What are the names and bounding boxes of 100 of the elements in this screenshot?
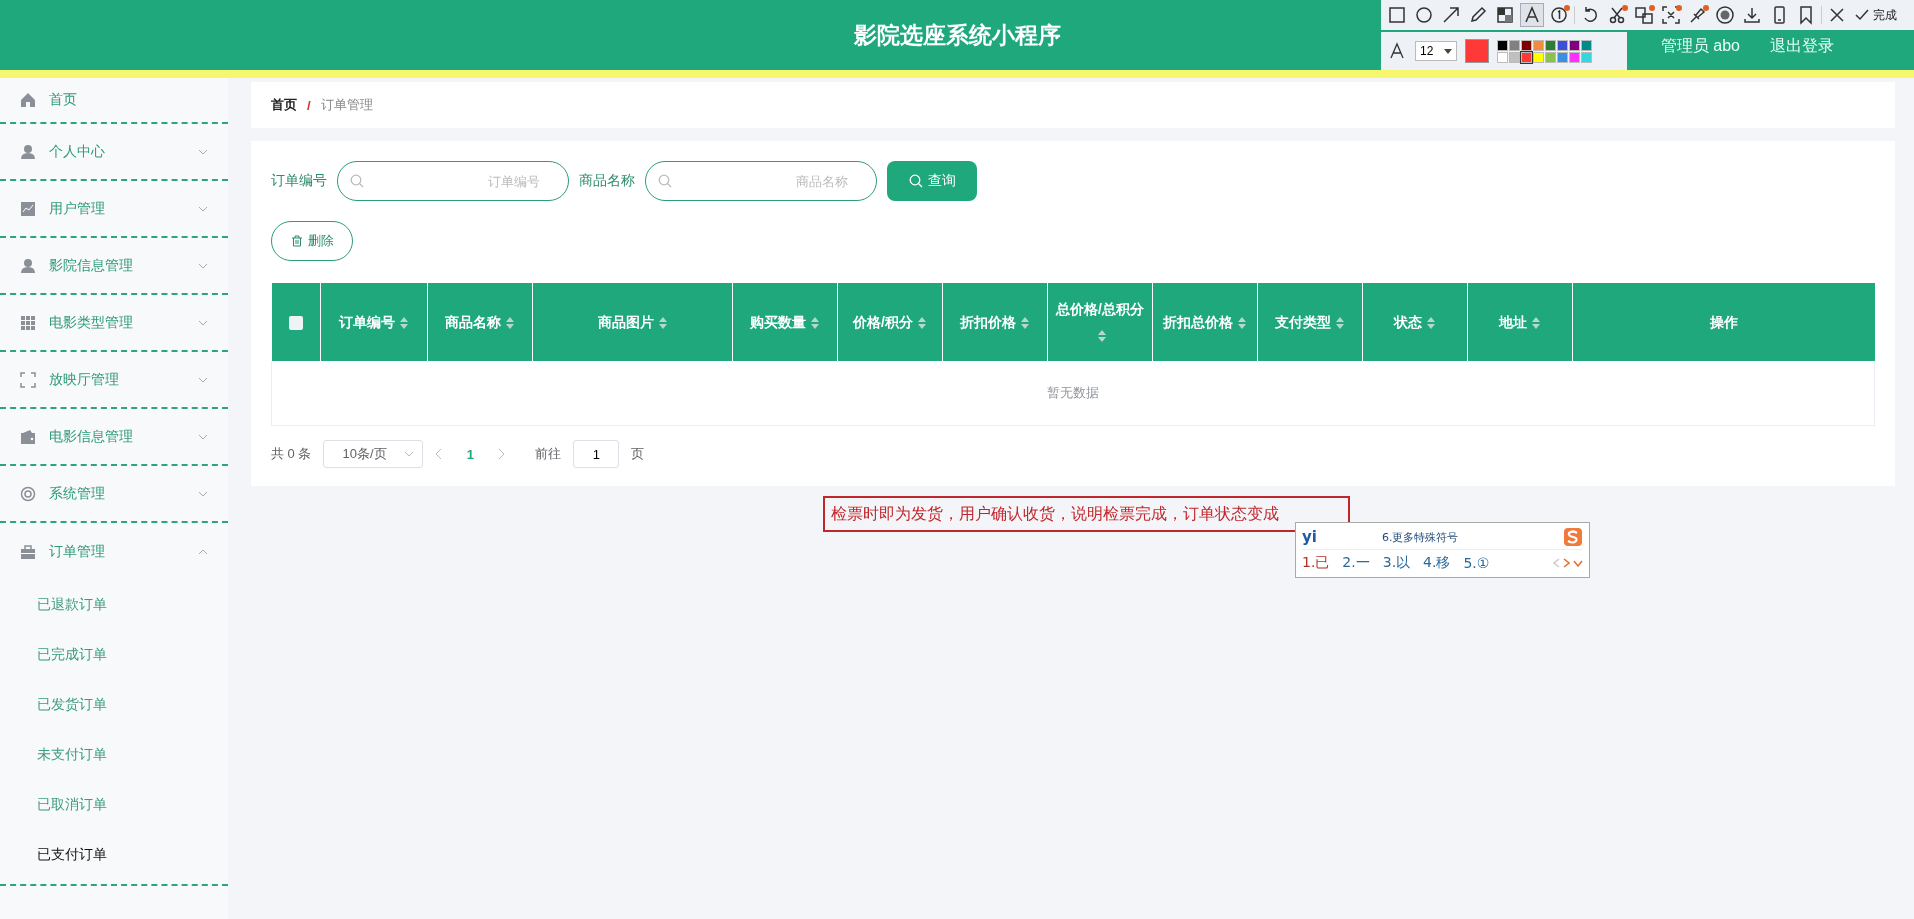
select-all-checkbox[interactable] (288, 316, 303, 331)
ime-candidate[interactable]: 5.① (1463, 555, 1490, 571)
column-header[interactable]: 地址 (1467, 283, 1573, 361)
current-color-swatch[interactable] (1465, 39, 1489, 63)
color-swatch[interactable] (1497, 39, 1508, 51)
empty-message: 暂无数据 (271, 361, 1875, 426)
column-header[interactable]: 总价格/总积分 (1047, 283, 1153, 361)
done-button[interactable]: 完成 (1852, 6, 1899, 24)
user-name: 管理员 abo (1660, 36, 1740, 56)
download-icon (1742, 5, 1762, 25)
ime-candidate[interactable]: 4.移 (1423, 554, 1451, 572)
tool-button[interactable] (1659, 3, 1683, 27)
column-header[interactable]: 购买数量 (732, 283, 838, 361)
submenu-item[interactable]: 已完成订单 (0, 630, 228, 680)
briefcase-icon (20, 543, 36, 560)
submenu-item[interactable]: 已取消订单 (0, 780, 228, 830)
home-icon (20, 92, 36, 108)
breadcrumb-item[interactable]: 首页 (271, 96, 297, 114)
search-field[interactable]: 商品名称 (645, 161, 877, 201)
sort-icon (916, 316, 927, 331)
wallet-icon (20, 428, 36, 445)
caret-icon (1444, 48, 1452, 54)
filter-label: 订单编号 (271, 172, 327, 190)
sort-icon (810, 316, 820, 331)
sidebar-item[interactable]: 订单管理 (0, 523, 228, 580)
color-swatch[interactable] (1581, 51, 1592, 63)
color-swatch[interactable] (1557, 51, 1568, 63)
color-swatch[interactable] (1569, 51, 1580, 63)
chart-icon (20, 200, 36, 217)
sort-icon (1020, 316, 1030, 331)
submenu-item[interactable]: 已支付订单 (0, 830, 228, 880)
frame-icon (20, 371, 36, 388)
page-number[interactable]: 1 (455, 446, 486, 462)
delete-button[interactable]: 删除 (271, 221, 353, 261)
color-swatch[interactable] (1509, 51, 1520, 63)
scissors-icon (1607, 5, 1627, 25)
column-header[interactable]: 商品名称 (427, 283, 533, 361)
column-header[interactable]: 支付类型 (1257, 283, 1363, 361)
column-header[interactable]: 订单编号 (320, 283, 428, 361)
sort-icon (505, 316, 515, 331)
check-icon (1854, 7, 1870, 23)
ime-candidate[interactable]: 1.已 (1302, 554, 1330, 572)
color-swatch[interactable] (1521, 39, 1532, 51)
color-swatch[interactable] (1497, 51, 1508, 63)
color-swatch[interactable] (1545, 39, 1556, 51)
sort-icon (1335, 316, 1345, 331)
expand-icon (1573, 559, 1583, 567)
color-swatch[interactable] (1545, 51, 1556, 63)
tool-button[interactable] (1632, 3, 1656, 27)
ime-candidate[interactable]: 3.以 (1382, 554, 1411, 572)
sort-icon (1237, 316, 1247, 331)
color-swatch[interactable] (1533, 51, 1544, 63)
color-swatch[interactable] (1581, 39, 1592, 51)
font-size-select[interactable]: 12 (1415, 41, 1457, 61)
color-swatch[interactable] (1521, 51, 1532, 63)
search-button[interactable]: 查询 (887, 161, 977, 201)
column-header: 操作 (1572, 283, 1875, 361)
submenu-item[interactable]: 未支付订单 (0, 730, 228, 780)
column-header[interactable]: 商品图片 (532, 283, 733, 361)
breadcrumb-item: 订单管理 (320, 96, 373, 114)
search-icon (350, 174, 364, 188)
color-swatch[interactable] (1569, 39, 1580, 51)
color-swatch[interactable] (1509, 39, 1520, 51)
logout-link[interactable]: 退出登录 (1770, 36, 1834, 57)
sort-icon (1097, 329, 1107, 344)
arrow-tool-icon (1441, 5, 1461, 25)
page-size-select[interactable]: 10条/页 (323, 440, 424, 468)
ime-candidate[interactable]: 2.一 (1342, 554, 1370, 572)
mosaic-icon (1495, 5, 1515, 25)
color-swatch[interactable] (1533, 39, 1544, 51)
translate-icon (1634, 5, 1654, 25)
search-icon (908, 174, 923, 188)
grid-icon (20, 314, 36, 331)
submenu-item[interactable]: 已发货订单 (0, 680, 228, 730)
submenu-item[interactable]: 已退款订单 (0, 580, 228, 630)
tool-button[interactable] (1713, 3, 1737, 27)
page-unit: 页 (631, 445, 645, 463)
next-icon (1563, 558, 1570, 568)
app-title: 影院选座系统小程序 (853, 20, 1061, 50)
column-header[interactable]: 折扣总价格 (1152, 283, 1258, 361)
next-page-icon (497, 448, 506, 460)
sort-icon (1531, 316, 1541, 331)
more-symbols-option[interactable]: 6.更多特殊符号 (1382, 529, 1563, 545)
total-count: 共 0 条 (271, 445, 312, 463)
column-header[interactable]: 状态 (1362, 283, 1468, 361)
pen-icon (1468, 5, 1488, 25)
breadcrumb-separator: / (307, 97, 311, 113)
sort-icon (399, 316, 409, 331)
chevron-down-icon (404, 451, 415, 457)
text-tool-icon (1522, 5, 1542, 25)
prev-page-icon (435, 448, 444, 460)
column-header[interactable]: 价格/积分 (837, 283, 943, 361)
color-swatch[interactable] (1557, 39, 1568, 51)
column-header[interactable]: 折扣价格 (942, 283, 1048, 361)
pin-icon (1688, 5, 1708, 25)
page-input[interactable]: 1 (573, 440, 620, 468)
tool-button[interactable] (1520, 3, 1544, 27)
search-field[interactable]: 订单编号 (337, 161, 569, 201)
goto-label: 前往 (535, 445, 562, 463)
search-icon (658, 174, 672, 188)
